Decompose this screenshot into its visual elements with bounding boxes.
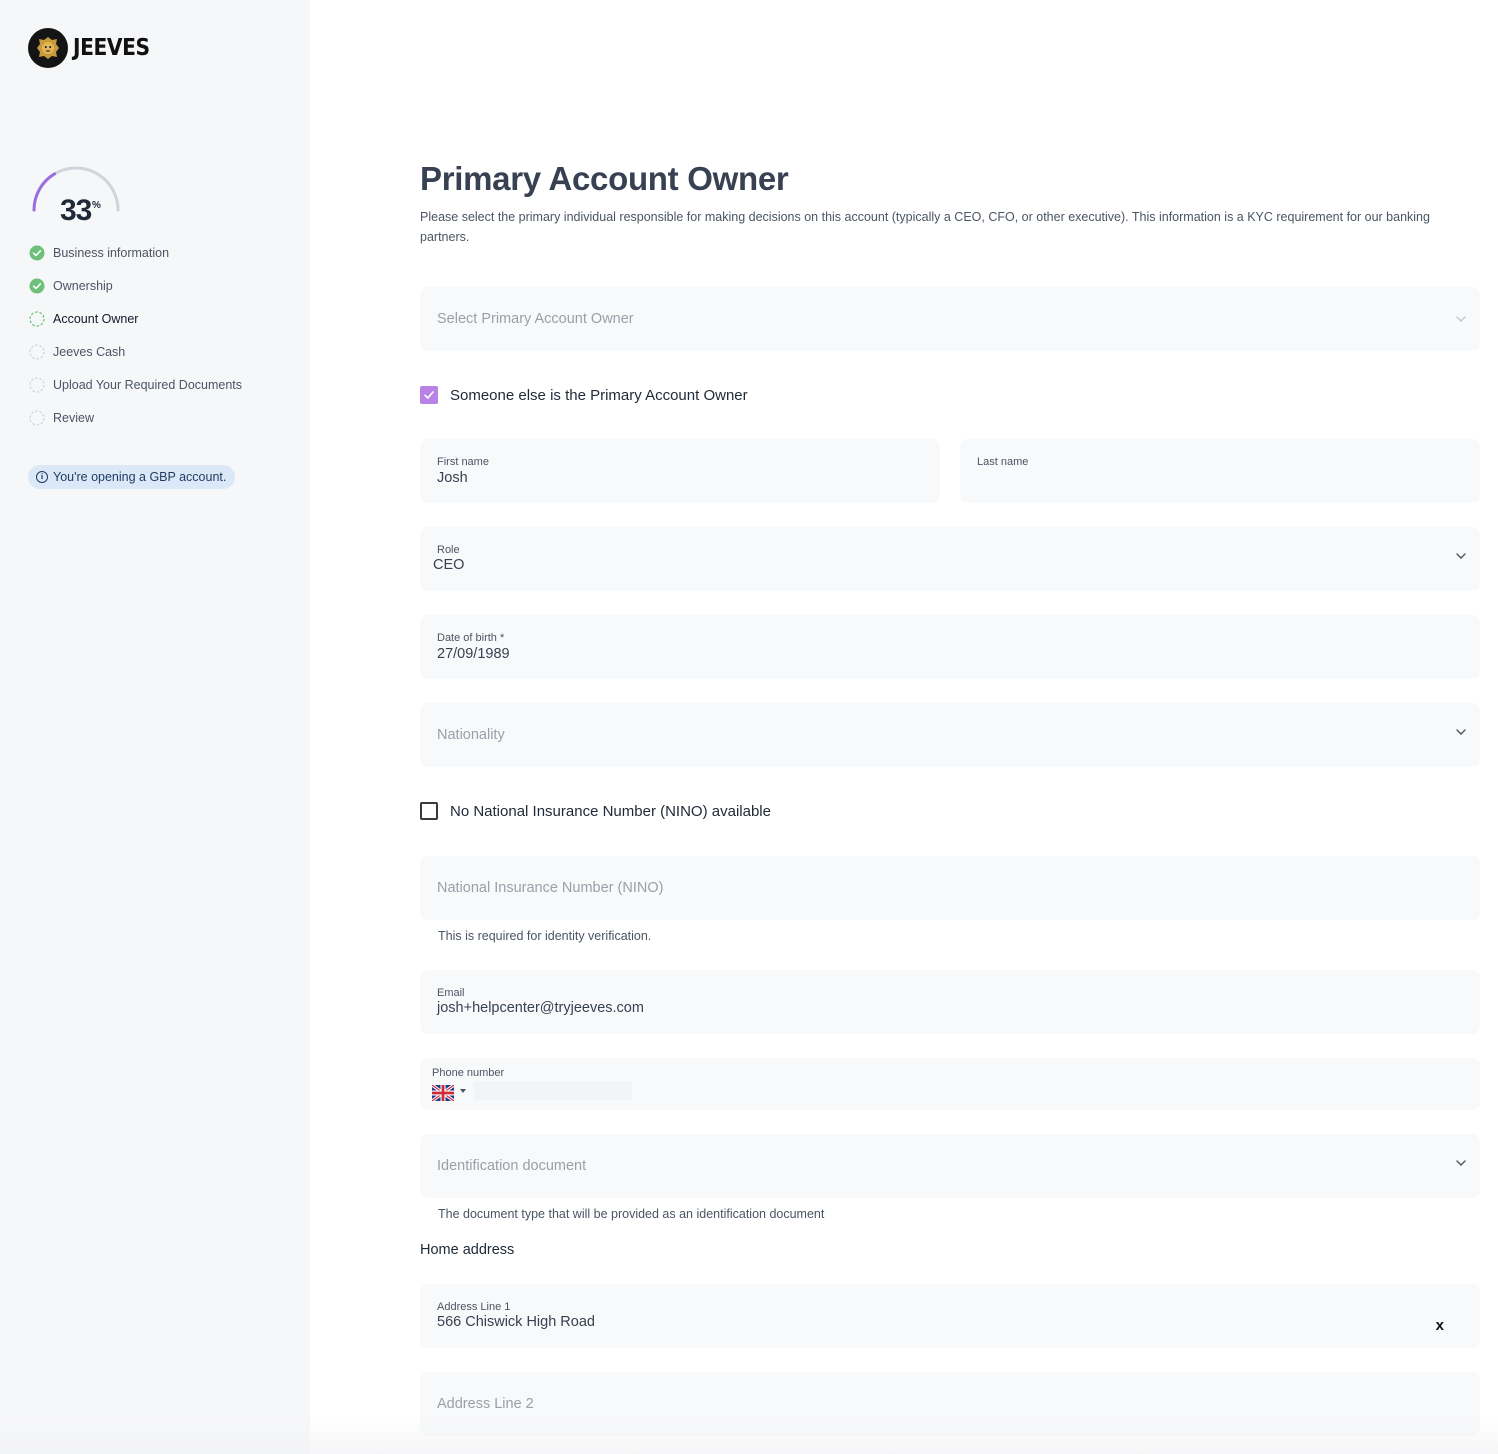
select-placeholder: Nationality xyxy=(437,727,505,743)
pending-circle-icon xyxy=(29,376,45,393)
first-name-value: Josh xyxy=(437,470,468,486)
chevron-down-icon xyxy=(1456,1160,1466,1166)
step-business-information[interactable]: Business information xyxy=(29,236,299,269)
date-of-birth-field[interactable]: Date of birth * 27/09/1989 xyxy=(420,615,1480,679)
checkmark-icon xyxy=(424,391,434,399)
nino-input[interactable]: National Insurance Number (NINO) xyxy=(420,856,1480,920)
step-list: Business information Ownership Account O… xyxy=(29,236,299,434)
no-nino-checkbox-row[interactable]: No National Insurance Number (NINO) avai… xyxy=(420,802,771,820)
someone-else-label: Someone else is the Primary Account Owne… xyxy=(450,386,748,404)
pending-circle-icon xyxy=(29,409,45,426)
step-label: Account Owner xyxy=(53,311,139,326)
no-nino-label: No National Insurance Number (NINO) avai… xyxy=(450,802,771,820)
lion-head-icon xyxy=(28,28,68,68)
home-address-heading: Home address xyxy=(420,1242,515,1258)
someone-else-checkbox-row[interactable]: Someone else is the Primary Account Owne… xyxy=(420,386,748,404)
step-label: Business information xyxy=(53,245,170,260)
account-currency-notice: i You're opening a GBP account. xyxy=(28,465,236,489)
info-icon: i xyxy=(36,471,48,483)
chevron-down-icon xyxy=(1456,553,1466,559)
progress-percent-sign: % xyxy=(92,200,101,211)
field-label: Date of birth * xyxy=(437,632,505,644)
progress-value: 33 xyxy=(60,194,92,227)
field-label: Email xyxy=(437,987,465,999)
role-value: CEO xyxy=(433,557,465,573)
field-label: Last name xyxy=(977,456,1029,468)
identification-document-select[interactable]: Identification document xyxy=(420,1134,1480,1198)
chevron-down-icon xyxy=(1456,729,1466,735)
input-placeholder: National Insurance Number (NINO) xyxy=(437,880,664,896)
step-account-owner[interactable]: Account Owner xyxy=(29,302,299,335)
step-ownership[interactable]: Ownership xyxy=(29,269,299,302)
date-of-birth-value: 27/09/1989 xyxy=(437,646,510,662)
address-line-1-value: 566 Chiswick High Road xyxy=(437,1314,595,1330)
pending-circle-icon xyxy=(29,343,45,360)
someone-else-checkbox[interactable] xyxy=(420,386,438,404)
phone-input[interactable] xyxy=(474,1081,632,1100)
nationality-select[interactable]: Nationality xyxy=(420,703,1480,767)
page-description: Please select the primary individual res… xyxy=(420,210,1430,244)
first-name-field[interactable]: First name Josh xyxy=(420,439,940,503)
primary-owner-select[interactable]: Select Primary Account Owner xyxy=(420,287,1480,351)
in-progress-circle-icon xyxy=(29,310,45,327)
select-placeholder: Select Primary Account Owner xyxy=(437,311,634,327)
field-label: Role xyxy=(437,544,460,556)
step-jeeves-cash[interactable]: Jeeves Cash xyxy=(29,335,299,368)
step-upload-documents[interactable]: Upload Your Required Documents xyxy=(29,368,299,401)
step-label: Review xyxy=(53,410,94,425)
uk-flag-icon[interactable] xyxy=(432,1085,454,1101)
clear-address-button[interactable]: x xyxy=(1436,1317,1444,1334)
select-placeholder: Identification document xyxy=(437,1158,587,1174)
check-circle-icon xyxy=(29,245,45,260)
address-line-2-field[interactable]: Address Line 2 xyxy=(420,1372,1480,1436)
caret-down-icon[interactable] xyxy=(459,1088,467,1094)
page-title: Primary Account Owner xyxy=(420,160,789,197)
field-label: Address Line 1 xyxy=(437,1301,511,1313)
brand-name: JEEVES xyxy=(73,35,150,61)
address-line-1-field[interactable]: Address Line 1 566 Chiswick High Road x xyxy=(420,1284,1480,1348)
step-review[interactable]: Review xyxy=(29,401,299,434)
sidebar: JEEVES 33 % Business information Ownersh… xyxy=(0,0,310,1454)
no-nino-checkbox[interactable] xyxy=(420,802,438,820)
field-label: First name xyxy=(437,456,489,468)
notice-text: You're opening a GBP account. xyxy=(53,470,227,484)
email-value: josh+helpcenter@tryjeeves.com xyxy=(437,1000,644,1016)
last-name-field[interactable]: Last name xyxy=(960,439,1480,503)
role-select[interactable]: Role CEO xyxy=(420,527,1480,591)
check-circle-icon xyxy=(29,278,45,293)
id-document-helper-text: The document type that will be provided … xyxy=(438,1207,825,1221)
step-label: Ownership xyxy=(53,278,113,293)
step-label: Jeeves Cash xyxy=(53,344,126,359)
email-field[interactable]: Email josh+helpcenter@tryjeeves.com xyxy=(420,970,1480,1034)
chevron-down-icon xyxy=(1456,316,1466,322)
field-label: Phone number xyxy=(432,1067,505,1079)
step-label: Upload Your Required Documents xyxy=(53,377,243,392)
phone-number-field[interactable]: Phone number xyxy=(420,1058,1480,1110)
input-placeholder: Address Line 2 xyxy=(437,1396,534,1412)
brand-logo[interactable]: JEEVES xyxy=(28,28,160,68)
nino-helper-text: This is required for identity verificati… xyxy=(438,929,652,943)
